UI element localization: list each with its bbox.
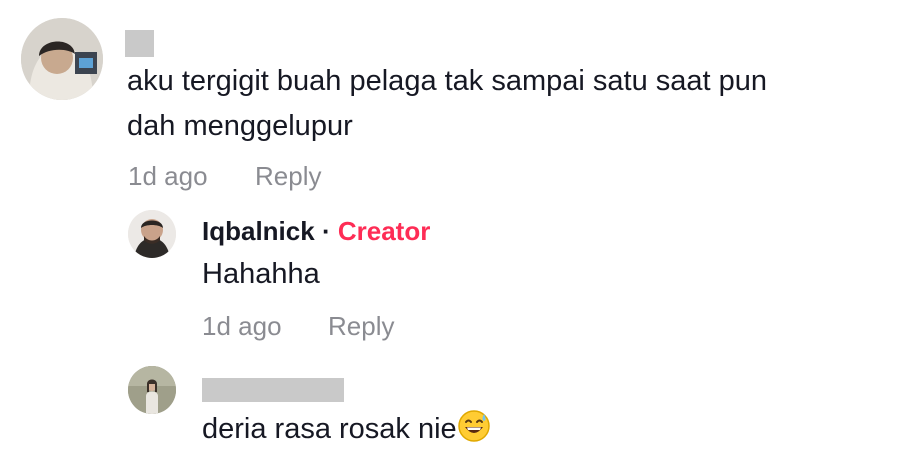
comment-reply-button[interactable]: Reply	[255, 161, 321, 191]
comment-timestamp: 1d ago	[128, 161, 208, 191]
reply-avatar-iqbalnick[interactable]	[128, 210, 176, 258]
redacted-username-2	[202, 378, 344, 402]
redacted-username	[125, 30, 154, 57]
sweat-smile-emoji-icon	[457, 409, 491, 443]
reply-username-line: Iqbalnick · Creator	[202, 215, 430, 247]
reply2-text-line: deria rasa rosak nie	[202, 407, 491, 452]
reply-text: Hahahha	[202, 258, 320, 290]
commenter-avatar[interactable]	[21, 18, 103, 100]
username-separator: ·	[321, 216, 331, 246]
reply-reply-button[interactable]: Reply	[328, 311, 394, 341]
reply-avatar-2[interactable]	[128, 366, 176, 414]
comment-text-line2: dah menggelupur	[127, 110, 353, 142]
creator-badge: Creator	[337, 216, 431, 246]
reply2-text: deria rasa rosak nie	[202, 413, 457, 445]
reply-timestamp: 1d ago	[202, 311, 282, 341]
reply-username[interactable]: Iqbalnick	[202, 216, 315, 246]
comment-text-line1: aku tergigit buah pelaga tak sampai satu…	[127, 65, 768, 97]
